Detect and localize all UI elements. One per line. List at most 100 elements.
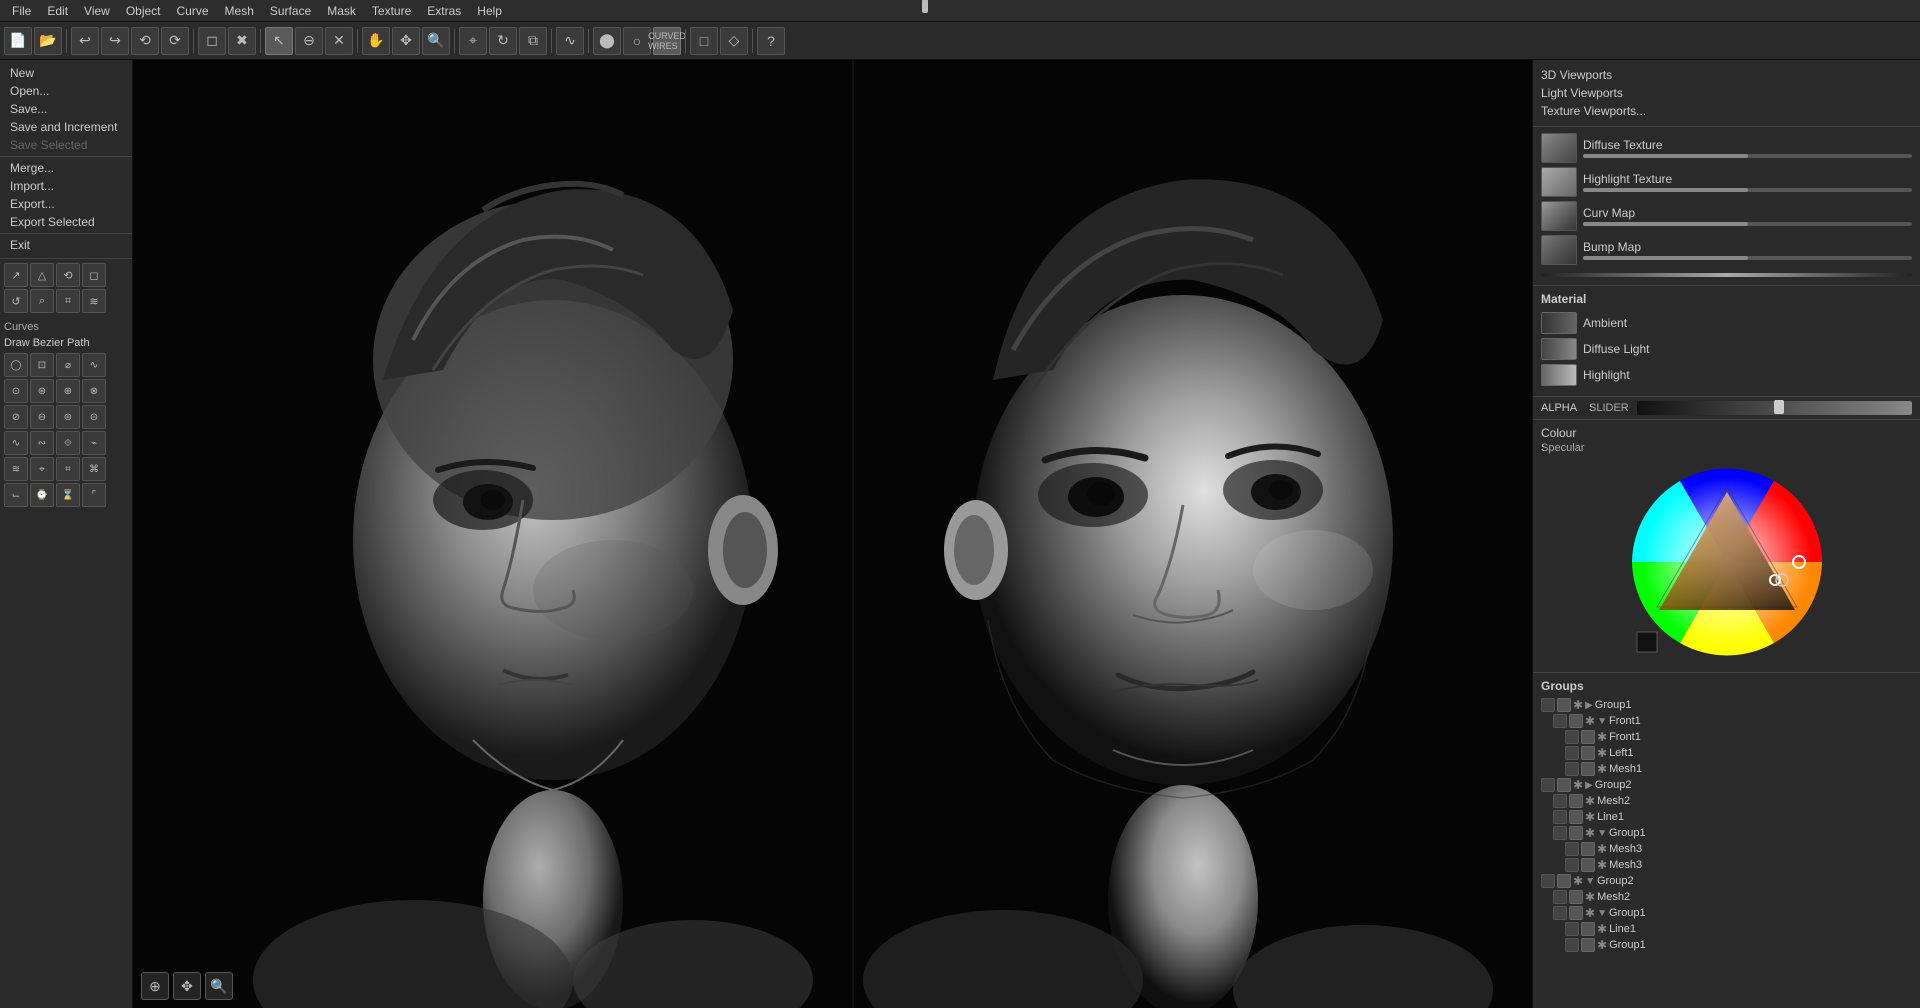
zoom-tool-button[interactable]: 🔍	[422, 27, 450, 55]
undo2-button[interactable]: ⟲	[131, 27, 159, 55]
left-tool-8[interactable]: ≋	[82, 289, 106, 313]
curve-tool-20[interactable]: ⌘	[82, 457, 106, 481]
extra-slider[interactable]	[1541, 273, 1912, 277]
group-eye-group2n[interactable]	[1541, 874, 1555, 888]
group-vis-front1a[interactable]	[1569, 714, 1583, 728]
delete-button[interactable]: ✖	[228, 27, 256, 55]
group-eye-mesh3b[interactable]	[1565, 858, 1579, 872]
group-eye-mesh2b[interactable]	[1553, 890, 1567, 904]
group-expand-front1a[interactable]: ▼	[1597, 716, 1607, 727]
group-vis-left1[interactable]	[1581, 746, 1595, 760]
group-vis-mesh2b[interactable]	[1569, 890, 1583, 904]
group-vis-group1l[interactable]	[1581, 938, 1595, 952]
curve-tool-19[interactable]: ⌗	[56, 457, 80, 481]
group-eye-group1f[interactable]	[1553, 906, 1567, 920]
menu-extras[interactable]: Extras	[419, 2, 469, 20]
group-eye-mesh2[interactable]	[1553, 794, 1567, 808]
group-eye-mesh1[interactable]	[1565, 762, 1579, 776]
color-wheel-svg[interactable]	[1627, 462, 1827, 662]
curve-tool-11[interactable]: ⊜	[56, 405, 80, 429]
texture-viewports-switch[interactable]: Texture Viewports...	[1541, 102, 1912, 120]
group-item-mesh1[interactable]: ✱ Mesh1	[1565, 761, 1912, 777]
open-button[interactable]: 📂	[34, 27, 62, 55]
lasso-button[interactable]: ⌖	[459, 27, 487, 55]
highlight-texture-thumb[interactable]	[1541, 167, 1577, 197]
group-vis-mesh3a[interactable]	[1581, 842, 1595, 856]
curve-tool-21[interactable]: ⌙	[4, 483, 28, 507]
group-eye-group1n[interactable]	[1553, 826, 1567, 840]
curve-tool-10[interactable]: ⊖	[30, 405, 54, 429]
highlight-thumb[interactable]	[1541, 364, 1577, 386]
menu-mask[interactable]: Mask	[319, 2, 364, 20]
3d-viewports-switch[interactable]: 3D Viewports	[1541, 66, 1912, 84]
curve-snap-button[interactable]: ∿	[556, 27, 584, 55]
curve-tool-12[interactable]: ⊝	[82, 405, 106, 429]
group-expand-group2n[interactable]: ▼	[1585, 876, 1595, 887]
file-new[interactable]: New	[0, 64, 132, 82]
group-eye-line1f[interactable]	[1565, 922, 1579, 936]
group-item-mesh2b[interactable]: ✱ Mesh2	[1553, 889, 1912, 905]
curve-tool-24[interactable]: ⌜	[82, 483, 106, 507]
group-vis-group2[interactable]	[1557, 778, 1571, 792]
viewport[interactable]: Perspective [Front]	[133, 60, 1532, 1008]
group-eye-1[interactable]	[1541, 698, 1555, 712]
group-item-left1[interactable]: ✱ Left1	[1565, 745, 1912, 761]
menu-mesh[interactable]: Mesh	[217, 2, 262, 20]
group-item-group1-last[interactable]: ✱ Group1	[1565, 937, 1912, 953]
file-export[interactable]: Export...	[0, 195, 132, 213]
group-expand-group1n[interactable]: ▼	[1597, 828, 1607, 839]
menu-edit[interactable]: Edit	[39, 2, 76, 20]
group-vis-group1f[interactable]	[1569, 906, 1583, 920]
menu-curve[interactable]: Curve	[169, 2, 217, 20]
group-vis-mesh2[interactable]	[1569, 794, 1583, 808]
curve-tool-13[interactable]: ∿	[4, 431, 28, 455]
new-document-button[interactable]: 📄	[4, 27, 32, 55]
group-item-group2-nested[interactable]: ✱ ▼ Group2	[1541, 873, 1912, 889]
snap-button[interactable]: ⧉	[519, 27, 547, 55]
group-eye-group2[interactable]	[1541, 778, 1555, 792]
light-viewports-switch[interactable]: Light Viewports	[1541, 84, 1912, 102]
zoom-view-button[interactable]: 🔍	[205, 972, 233, 1000]
group-item-line1[interactable]: ✱ Line1	[1553, 809, 1912, 825]
file-export-selected[interactable]: Export Selected	[0, 213, 132, 231]
curv-map-thumb[interactable]	[1541, 201, 1577, 231]
curve-tool-18[interactable]: ⌖	[30, 457, 54, 481]
left-tool-5[interactable]: ↺	[4, 289, 28, 313]
sphere-outline-button[interactable]: ○	[623, 27, 651, 55]
redo2-button[interactable]: ⟳	[161, 27, 189, 55]
curve-tool-4[interactable]: ∿	[82, 353, 106, 377]
menu-help[interactable]: Help	[469, 2, 510, 20]
menu-view[interactable]: View	[76, 2, 118, 20]
left-tool-6[interactable]: ⌕	[30, 289, 54, 313]
pan-view-button[interactable]: ✥	[173, 972, 201, 1000]
left-tool-7[interactable]: ⌗	[56, 289, 80, 313]
file-open[interactable]: Open...	[0, 82, 132, 100]
left-tool-1[interactable]: ↗	[4, 263, 28, 287]
group-item-group2[interactable]: ✱ ▶ Group2	[1541, 777, 1912, 793]
group-vis-group1n[interactable]	[1569, 826, 1583, 840]
curve-tool-9[interactable]: ⊘	[4, 405, 28, 429]
group-item-mesh3b[interactable]: ✱ Mesh3	[1565, 857, 1912, 873]
file-save[interactable]: Save...	[0, 100, 132, 118]
diamond-button[interactable]: ◇	[720, 27, 748, 55]
group-vis-front1b[interactable]	[1581, 730, 1595, 744]
square-button[interactable]: □	[690, 27, 718, 55]
group-expand-group2[interactable]: ▶	[1585, 780, 1593, 791]
group-item-group1-nested[interactable]: ✱ ▼ Group1	[1553, 825, 1912, 841]
menu-file[interactable]: File	[4, 2, 39, 20]
group-vis-line1[interactable]	[1569, 810, 1583, 824]
group-item-group1-final[interactable]: ✱ ▼ Group1	[1553, 905, 1912, 921]
help-button[interactable]: ?	[757, 27, 785, 55]
menu-surface[interactable]: Surface	[262, 2, 319, 20]
group-item-mesh2[interactable]: ✱ Mesh2	[1553, 793, 1912, 809]
file-merge[interactable]: Merge...	[0, 159, 132, 177]
group-vis-group2n[interactable]	[1557, 874, 1571, 888]
left-tool-3[interactable]: ⟲	[56, 263, 80, 287]
curve-tool-6[interactable]: ⊛	[30, 379, 54, 403]
curve-tool-15[interactable]: ⟐	[56, 431, 80, 455]
move-tool-button[interactable]: ✥	[392, 27, 420, 55]
ambient-thumb[interactable]	[1541, 312, 1577, 334]
bump-map-thumb[interactable]	[1541, 235, 1577, 265]
group-expand-group1f[interactable]: ▼	[1597, 908, 1607, 919]
group-eye-group1l[interactable]	[1565, 938, 1579, 952]
